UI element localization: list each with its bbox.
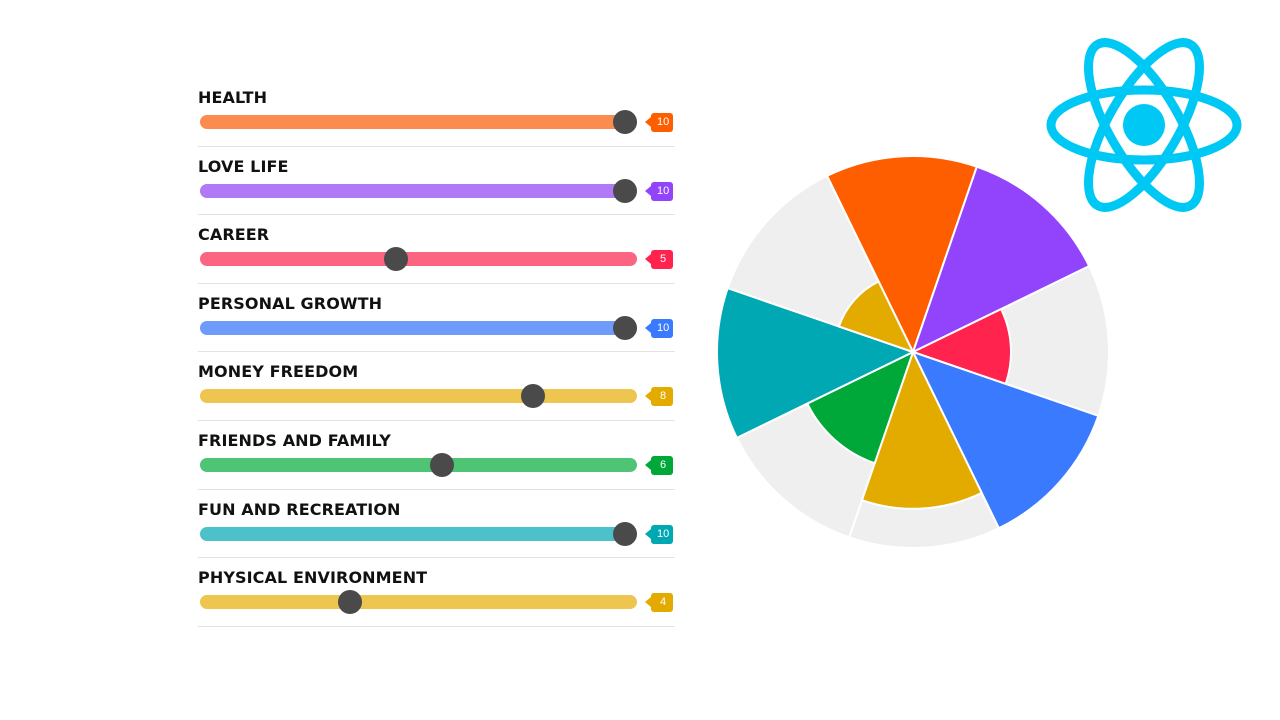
category-label: MONEY FREEDOM xyxy=(198,362,359,382)
slider-thumb[interactable] xyxy=(429,452,454,477)
category-row: PERSONAL GROWTH 10 xyxy=(198,284,675,353)
react-nucleus xyxy=(1123,104,1165,146)
category-row: PHYSICAL ENVIRONMENT 4 xyxy=(198,558,675,627)
value-badge: 4 xyxy=(645,593,673,613)
value-badge: 6 xyxy=(645,455,673,475)
slider-track[interactable] xyxy=(200,389,637,404)
category-row: LOVE LIFE 10 xyxy=(198,147,675,216)
category-row: FUN AND RECREATION 10 xyxy=(198,490,675,559)
category-label: PERSONAL GROWTH xyxy=(198,293,383,313)
slider-track[interactable] xyxy=(200,183,637,198)
value-badge: 5 xyxy=(645,250,673,270)
category-label: CAREER xyxy=(198,225,270,245)
slider-track[interactable] xyxy=(200,526,637,541)
category-label: FRIENDS AND FAMILY xyxy=(198,430,391,450)
slider-track[interactable] xyxy=(200,457,637,472)
slider-track[interactable] xyxy=(200,115,637,129)
category-row: HEALTH 10 xyxy=(198,78,675,147)
slider-track[interactable] xyxy=(200,252,637,267)
slider-thumb[interactable] xyxy=(521,384,546,409)
category-label: PHYSICAL ENVIRONMENT xyxy=(198,568,428,588)
value-badge: 10 xyxy=(644,181,674,201)
slider-track[interactable] xyxy=(200,320,637,335)
category-row: FRIENDS AND FAMILY 6 xyxy=(198,421,675,490)
category-row: MONEY FREEDOM 8 xyxy=(198,352,675,421)
value-badge: 10 xyxy=(644,524,674,544)
category-label: FUN AND RECREATION xyxy=(198,499,401,519)
category-label: HEALTH xyxy=(198,88,268,107)
category-row: CAREER 5 xyxy=(198,215,675,284)
slider-thumb[interactable] xyxy=(613,178,637,203)
slider-thumb[interactable] xyxy=(613,521,637,546)
value-badge: 8 xyxy=(645,387,673,407)
category-label: LOVE LIFE xyxy=(198,156,289,176)
slider-track[interactable] xyxy=(200,595,637,610)
slider-thumb[interactable] xyxy=(613,110,637,134)
react-logo-icon xyxy=(1046,38,1242,212)
slider-thumb[interactable] xyxy=(613,315,637,340)
value-badge: 10 xyxy=(644,113,674,132)
slider-thumb[interactable] xyxy=(338,590,363,615)
value-badge: 10 xyxy=(644,318,674,338)
life-wheel-sliders: HEALTH 10 LOVE LIFE 10 CAREER 5 PERSONAL GROWT… xyxy=(198,78,675,627)
slider-thumb[interactable] xyxy=(384,247,409,272)
